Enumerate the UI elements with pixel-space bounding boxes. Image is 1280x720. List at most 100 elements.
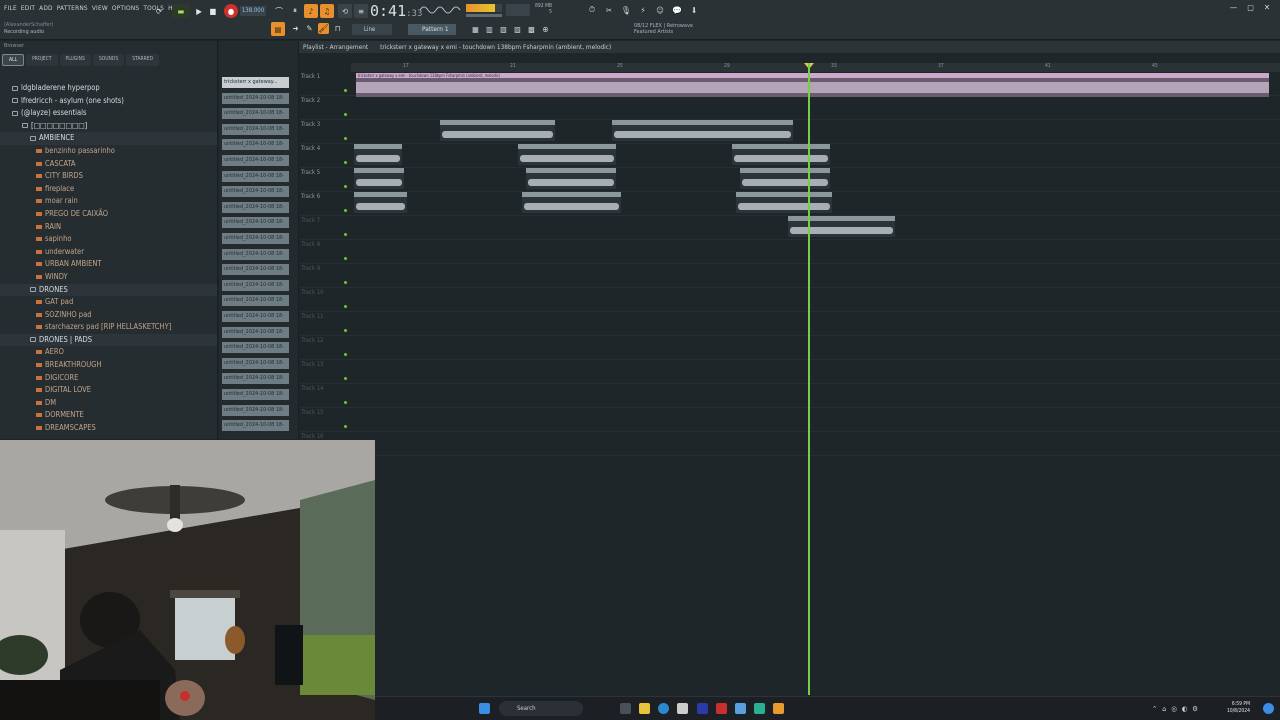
piano-roll-icon[interactable]: ▥: [484, 24, 495, 35]
browser-file[interactable]: GAT pad: [0, 296, 217, 309]
track-label[interactable]: Track 7: [301, 217, 320, 224]
channel-button[interactable]: untitled_2024-10-08 18-: [222, 92, 289, 104]
browser-file[interactable]: SOZINHO pad: [0, 309, 217, 322]
track-label[interactable]: Track 8: [301, 241, 320, 248]
stop-button[interactable]: ■: [206, 4, 220, 18]
pencil-icon[interactable]: ✎: [304, 23, 315, 34]
channel-button[interactable]: untitled_2024-10-08 18-: [222, 155, 289, 166]
track-label[interactable]: Track 12: [301, 337, 324, 344]
track-label[interactable]: Track 16: [301, 433, 324, 440]
channel-button[interactable]: untitled_2024-10-08 18-: [222, 201, 289, 213]
loop-record-icon[interactable]: ⟲: [338, 4, 352, 18]
master-pitch-slider[interactable]: [466, 14, 502, 17]
blend-notes-icon[interactable]: ≡: [354, 4, 368, 18]
people-icon[interactable]: ☺: [653, 3, 667, 17]
audio-clip[interactable]: untitled_2024-10-08 18-37-51_Insert 1: [518, 144, 616, 165]
audio-clip[interactable]: untitled_..._Insert 1: [354, 192, 407, 213]
channel-button[interactable]: untitled_2024-10-08 18-: [222, 420, 289, 432]
menu-file[interactable]: FILE: [4, 4, 17, 12]
track-mute-led[interactable]: [344, 161, 347, 164]
browser-file[interactable]: PREGO DE CAIXÃO: [0, 208, 217, 221]
browser-folder[interactable]: AMBIENCE: [0, 132, 217, 145]
tab-plugins[interactable]: PLUGINS: [59, 54, 91, 66]
channel-button[interactable]: untitled_2024-10-08 18-: [222, 233, 289, 244]
track-label[interactable]: Track 11: [301, 313, 324, 320]
menu-view[interactable]: VIEW: [92, 4, 108, 12]
audio-clip[interactable]: untitled_2024-10-08 18-38-06_Insert 1: [736, 192, 832, 213]
browser-file[interactable]: DIGICORE: [0, 372, 217, 385]
tab-sounds[interactable]: SOUNDS: [92, 54, 125, 66]
browser-folder[interactable]: (@layze) essentials: [0, 107, 217, 120]
browser-folder[interactable]: DRONES | PADS: [0, 333, 217, 347]
channel-button[interactable]: untitled_2024-10-08 18-: [222, 389, 289, 400]
cut-icon[interactable]: ✂: [602, 3, 616, 17]
taskbar-clock[interactable]: 6:59 PM 10/8/2024: [1227, 701, 1250, 715]
browser-file[interactable]: DORMENTE: [0, 409, 217, 422]
browser-file[interactable]: RAIN: [0, 221, 217, 234]
channel-button[interactable]: untitled_2024-10-08 18-: [222, 217, 289, 229]
close-icon[interactable]: ✕: [1264, 3, 1270, 12]
task-view-icon[interactable]: [620, 703, 631, 714]
menu-options[interactable]: OPTIONS: [112, 4, 140, 12]
playhead[interactable]: [808, 63, 810, 695]
minimize-icon[interactable]: —: [1230, 3, 1237, 12]
magnet-icon[interactable]: ⊓: [332, 23, 343, 34]
edge-icon[interactable]: [658, 703, 669, 714]
record-button[interactable]: ●: [224, 4, 238, 18]
audio-clip[interactable]: untitled_2024-10-08 18-37-51_Insert 1: [732, 144, 830, 165]
channel-button[interactable]: untitled_2024-10-08 18-: [222, 264, 289, 276]
track-label[interactable]: Track 5: [301, 169, 320, 176]
track-mute-led[interactable]: [344, 401, 347, 404]
channel-button[interactable]: untitled_2024-10-08 18-: [222, 373, 289, 385]
track-mute-led[interactable]: [344, 353, 347, 356]
track-mute-led[interactable]: [344, 209, 347, 212]
channel-button[interactable]: tricksterr x gateway...: [222, 77, 289, 88]
track-mute-led[interactable]: [344, 305, 347, 308]
audio-clip[interactable]: untitled_2024-10-08 18-38-06_Insert 1: [522, 192, 621, 213]
browser-file[interactable]: DIGITAL LOVE: [0, 384, 217, 397]
app-l-icon[interactable]: [697, 703, 708, 714]
menu-edit[interactable]: EDIT: [21, 4, 35, 12]
channel-button[interactable]: untitled_2024-10-08 18-: [222, 170, 289, 182]
chat-icon[interactable]: 💬: [670, 3, 684, 17]
snap-select[interactable]: Line: [352, 24, 392, 35]
channel-button[interactable]: untitled_2024-10-08 18-: [222, 326, 289, 338]
track-label[interactable]: Track 6: [301, 193, 320, 200]
browser-file[interactable]: WINDY: [0, 271, 217, 284]
play-button[interactable]: ▶: [192, 4, 206, 18]
browser-file[interactable]: sapinho: [0, 233, 217, 246]
audio-clip[interactable]: untitled_Insert 1: [354, 168, 404, 189]
audio-clip[interactable]: untitled_2024-10-08 18-39-33_Insert 1: [788, 216, 895, 237]
browser-file[interactable]: moar rain: [0, 195, 217, 208]
tab-project[interactable]: PROJECT: [26, 54, 58, 66]
browser-icon[interactable]: ▩: [526, 24, 537, 35]
plug-icon[interactable]: ⚡: [636, 3, 650, 17]
browser-file[interactable]: DREAMSCAPES: [0, 422, 217, 435]
channel-button[interactable]: untitled_2024-10-08 18-: [222, 139, 289, 151]
channel-button[interactable]: untitled_2024-10-08 18-: [222, 108, 289, 120]
audio-clip-main[interactable]: tricksterr x gateway x emi - touchdown 1…: [356, 73, 1269, 97]
track-mute-led[interactable]: [344, 137, 347, 140]
channel-button[interactable]: untitled_2024-10-08 18-: [222, 279, 289, 291]
channel-button[interactable]: untitled_2024-10-08 18-: [222, 123, 289, 135]
file-explorer-icon[interactable]: [639, 703, 650, 714]
track-mute-led[interactable]: [344, 185, 347, 188]
arrow-right-icon[interactable]: ➜: [290, 23, 301, 34]
step-edit-icon[interactable]: ♫: [320, 4, 334, 18]
menu-patterns[interactable]: PATTERNS: [57, 4, 88, 12]
audio-clip[interactable]: untitled_2024-10-8 18-38-05_Insert 1: [526, 168, 616, 189]
fl-studio-icon[interactable]: [773, 703, 784, 714]
download-icon[interactable]: ⬇: [687, 3, 701, 17]
track-label[interactable]: Track 3: [301, 121, 320, 128]
track-label[interactable]: Track 14: [301, 385, 324, 392]
system-tray-icons[interactable]: ⌃⌂◎◐⚙: [1152, 705, 1203, 713]
browser-file[interactable]: BREAKTHROUGH: [0, 359, 217, 372]
copilot-icon[interactable]: [1263, 703, 1274, 714]
wait-icon[interactable]: ⏸: [288, 4, 302, 18]
tempo-tapper-icon[interactable]: ⏱: [585, 3, 599, 17]
microphone-icon[interactable]: 🎙: [619, 3, 633, 17]
channel-button[interactable]: untitled_2024-10-08 18-: [222, 186, 289, 198]
browser-file[interactable]: URBAN AMBIENT: [0, 258, 217, 271]
browser-file[interactable]: starchazers pad [RIP HELLASKETCHY]: [0, 321, 217, 334]
audio-clip[interactable]: untitled_2024-10-08 18-29-26_Insert 1: [612, 120, 793, 141]
